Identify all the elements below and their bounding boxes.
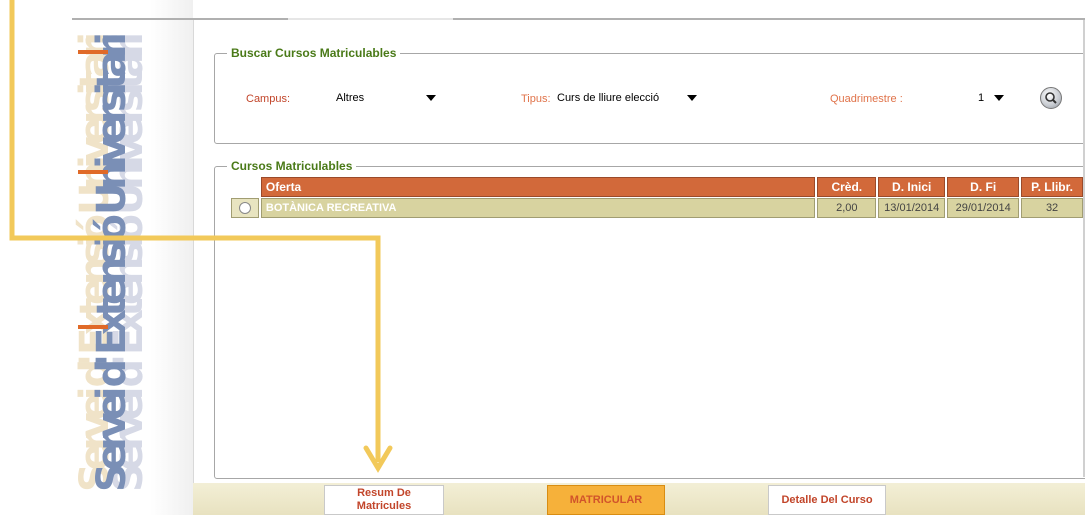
annotation-arrow (9, 0, 393, 473)
